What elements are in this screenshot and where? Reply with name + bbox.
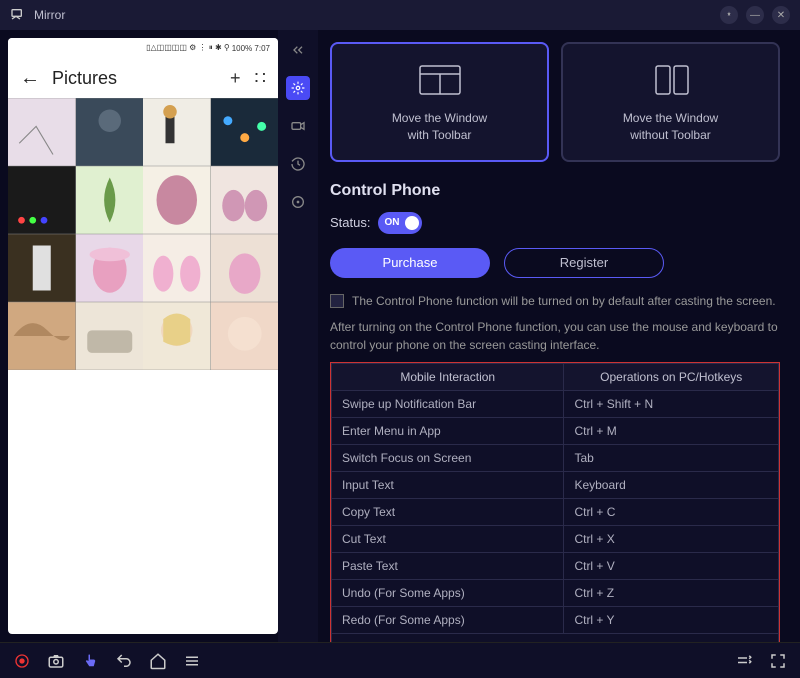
- gallery-thumb[interactable]: [8, 166, 76, 234]
- cell-interaction: Cut Text: [332, 525, 564, 552]
- content-panel: Move the Windowwith Toolbar Move the Win…: [318, 30, 800, 642]
- settings-icon[interactable]: [286, 76, 310, 100]
- gallery-thumb[interactable]: [143, 98, 211, 166]
- card-without-toolbar[interactable]: Move the Windowwithout Toolbar: [561, 42, 780, 162]
- gallery-thumb[interactable]: [143, 166, 211, 234]
- cell-interaction: Switch Focus on Screen: [332, 444, 564, 471]
- touch-button[interactable]: [80, 651, 100, 671]
- cell-hotkey: Ctrl + V: [564, 552, 779, 579]
- minimize-button[interactable]: —: [746, 6, 764, 24]
- gallery-thumb[interactable]: [76, 166, 144, 234]
- window-no-toolbar-icon: [573, 60, 768, 100]
- phone-header: ← Pictures + ∷: [8, 58, 278, 98]
- camera-icon[interactable]: [286, 114, 310, 138]
- gallery-thumb[interactable]: [8, 302, 76, 370]
- history-icon[interactable]: [286, 152, 310, 176]
- gallery-thumb[interactable]: [143, 234, 211, 302]
- gallery-thumb[interactable]: [8, 98, 76, 166]
- footer-toolbar: [0, 642, 800, 678]
- status-toggle[interactable]: ON: [378, 212, 422, 234]
- cell-hotkey: Ctrl + M: [564, 417, 779, 444]
- gallery-thumb[interactable]: [211, 302, 279, 370]
- card-with-toolbar[interactable]: Move the Windowwith Toolbar: [330, 42, 549, 162]
- gallery-thumb[interactable]: [8, 234, 76, 302]
- table-header: Mobile Interaction: [332, 363, 564, 390]
- register-button[interactable]: Register: [504, 248, 664, 278]
- table-row: Swipe up Notification BarCtrl + Shift + …: [332, 390, 779, 417]
- gallery-thumb[interactable]: [211, 234, 279, 302]
- table-row: Undo (For Some Apps)Ctrl + Z: [332, 579, 779, 606]
- table-header: Operations on PC/Hotkeys: [564, 363, 779, 390]
- menu-button[interactable]: [182, 651, 202, 671]
- default-on-checkbox[interactable]: [330, 294, 344, 308]
- purchase-button[interactable]: Purchase: [330, 248, 490, 278]
- back-icon[interactable]: ←: [20, 67, 40, 90]
- titlebar: Mirror — ✕: [0, 0, 800, 30]
- gallery-thumb[interactable]: [76, 234, 144, 302]
- cell-interaction: Swipe up Notification Bar: [332, 390, 564, 417]
- gallery-grid[interactable]: [8, 98, 278, 634]
- app-title: Mirror: [34, 8, 65, 22]
- target-icon[interactable]: [286, 190, 310, 214]
- table-row: Enter Menu in AppCtrl + M: [332, 417, 779, 444]
- checkbox-label: The Control Phone function will be turne…: [352, 294, 776, 308]
- cell-interaction: Input Text: [332, 471, 564, 498]
- cell-interaction: Copy Text: [332, 498, 564, 525]
- table-row: Paste TextCtrl + V: [332, 552, 779, 579]
- cell-interaction: Enter Menu in App: [332, 417, 564, 444]
- collapse-icon[interactable]: [286, 38, 310, 62]
- gallery-thumb[interactable]: [76, 98, 144, 166]
- cell-interaction: Undo (For Some Apps): [332, 579, 564, 606]
- tool-sidebar: [278, 30, 318, 642]
- table-row: Copy TextCtrl + C: [332, 498, 779, 525]
- window-toolbar-icon: [342, 60, 537, 100]
- grid-icon[interactable]: ∷: [255, 68, 266, 89]
- gallery-thumb[interactable]: [76, 302, 144, 370]
- cell-hotkey: Ctrl + Y: [564, 606, 779, 633]
- phone-page-title: Pictures: [52, 68, 218, 89]
- phone-status-bar: ▯△◫◫◫◫ ⚙ ⋮ ⏸ ✱ ⚲100% 7:07: [8, 38, 278, 58]
- app-logo-icon: [10, 7, 26, 23]
- close-button[interactable]: ✕: [772, 6, 790, 24]
- add-icon[interactable]: +: [230, 68, 241, 89]
- phone-mirror-panel: ▯△◫◫◫◫ ⚙ ⋮ ⏸ ✱ ⚲100% 7:07 ← Pictures + ∷: [8, 38, 278, 634]
- gallery-thumb[interactable]: [211, 98, 279, 166]
- table-row: Redo (For Some Apps)Ctrl + Y: [332, 606, 779, 633]
- cell-hotkey: Ctrl + C: [564, 498, 779, 525]
- home-button[interactable]: [148, 651, 168, 671]
- record-button[interactable]: [12, 651, 32, 671]
- section-title: Control Phone: [330, 182, 780, 200]
- pin-button[interactable]: [720, 6, 738, 24]
- list-toggle-button[interactable]: [734, 651, 754, 671]
- cell-hotkey: Tab: [564, 444, 779, 471]
- cell-interaction: Redo (For Some Apps): [332, 606, 564, 633]
- gallery-thumb[interactable]: [143, 302, 211, 370]
- cell-hotkey: Ctrl + X: [564, 525, 779, 552]
- table-row: Input TextKeyboard: [332, 471, 779, 498]
- table-row: Cut TextCtrl + X: [332, 525, 779, 552]
- description-text: After turning on the Control Phone funct…: [330, 318, 780, 354]
- more-text: There are more waiting for you to try...: [331, 634, 779, 642]
- cell-interaction: Paste Text: [332, 552, 564, 579]
- status-label: Status:: [330, 215, 370, 230]
- fullscreen-button[interactable]: [768, 651, 788, 671]
- cell-hotkey: Keyboard: [564, 471, 779, 498]
- gallery-thumb[interactable]: [211, 166, 279, 234]
- screenshot-button[interactable]: [46, 651, 66, 671]
- cell-hotkey: Ctrl + Z: [564, 579, 779, 606]
- table-row: Switch Focus on ScreenTab: [332, 444, 779, 471]
- hotkeys-table: Mobile Interaction Operations on PC/Hotk…: [330, 362, 780, 642]
- undo-button[interactable]: [114, 651, 134, 671]
- cell-hotkey: Ctrl + Shift + N: [564, 390, 779, 417]
